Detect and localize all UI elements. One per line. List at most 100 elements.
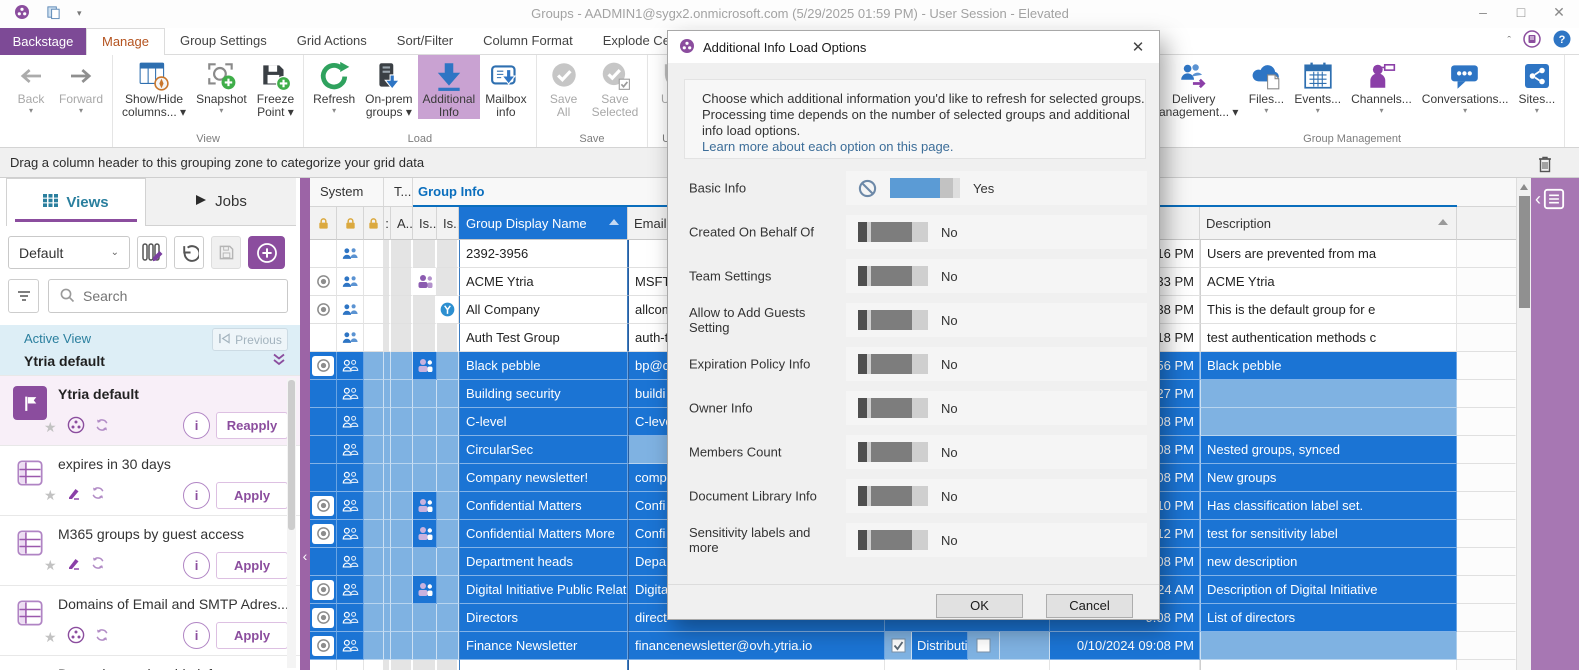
collapse-sidebar-icon[interactable]: ‹	[300, 548, 310, 564]
group-display-name-cell[interactable]: Building security	[459, 380, 628, 408]
created-date-cell[interactable]: 0/10/2024 09:08 PM	[1050, 632, 1200, 660]
view-card[interactable]: M365 groups by guest access ★ i Apply	[0, 515, 300, 585]
group-display-name-cell[interactable]: Auth Test Group	[459, 324, 628, 352]
description-cell[interactable]: Black pebble	[1200, 352, 1457, 380]
sync-icon[interactable]	[95, 418, 109, 435]
tab-manage[interactable]: Manage	[86, 28, 165, 56]
radio-cell[interactable]	[310, 296, 337, 324]
channels--button[interactable]: Channels... ▾	[1346, 55, 1417, 115]
tab-views[interactable]: Views	[6, 178, 146, 226]
dropdown-arrow-icon[interactable]: ▾	[1463, 106, 1467, 115]
sites--button[interactable]: Sites... ▾	[1514, 55, 1561, 115]
toggle-team-settings[interactable]	[858, 266, 928, 286]
toggle-basic-info[interactable]	[890, 178, 960, 198]
description-cell[interactable]	[1200, 632, 1457, 660]
created-date-cell[interactable]	[1050, 660, 1200, 670]
apply-button[interactable]: Apply	[216, 482, 288, 509]
view-card[interactable]: Domains of Email and SMTP Adres... ★ i Appl…	[0, 585, 300, 655]
manual-icon[interactable]	[1523, 30, 1541, 51]
sync-icon[interactable]	[91, 486, 105, 503]
radio-cell[interactable]	[310, 576, 337, 604]
tab-sort-filter[interactable]: Sort/Filter	[382, 28, 468, 55]
group-display-name-cell[interactable]: Black pebble	[459, 352, 628, 380]
lock-icon[interactable]	[364, 207, 384, 240]
back-button[interactable]: Back ▾	[8, 55, 54, 115]
radio-cell[interactable]	[310, 408, 337, 436]
star-icon[interactable]: ★	[44, 488, 57, 502]
view-preset-select[interactable]: Default ⌄	[8, 236, 130, 269]
group-display-name-cell[interactable]: Digital Initiative Public Relatio	[459, 576, 628, 604]
description-cell[interactable]	[1200, 408, 1457, 436]
search-box[interactable]	[48, 279, 288, 313]
radio-cell[interactable]	[310, 464, 337, 492]
toggle-sensitivity-labels-and-more[interactable]	[858, 530, 928, 550]
dropdown-arrow-icon[interactable]: ▾	[1379, 106, 1383, 115]
dropdown-arrow-icon[interactable]: ▾	[29, 106, 33, 115]
expand-panel-icon[interactable]: ‹	[1535, 188, 1565, 210]
sync-icon[interactable]	[91, 556, 105, 573]
ytria-icon[interactable]	[67, 416, 85, 437]
cancel-button[interactable]: Cancel	[1046, 594, 1133, 618]
description-cell[interactable]: Has classification label set.	[1200, 492, 1457, 520]
header-group-display-name[interactable]: Group Display Name	[459, 207, 628, 240]
description-cell[interactable]: test authentication methods c	[1200, 324, 1457, 352]
toggle-members-count[interactable]	[858, 442, 928, 462]
save-all-button[interactable]: Save All	[541, 55, 587, 119]
view-info-button[interactable]: i	[183, 552, 210, 579]
dropdown-arrow-icon[interactable]: ▾	[219, 106, 223, 115]
grouping-trash-icon[interactable]	[1537, 155, 1553, 176]
maximize-button[interactable]: □	[1511, 4, 1531, 21]
header-a[interactable]: A...	[391, 207, 413, 240]
close-button[interactable]: ✕	[1549, 4, 1569, 21]
mailbox-info-button[interactable]: Mailbox info	[480, 55, 531, 119]
header-description[interactable]: Description	[1200, 207, 1457, 240]
dropdown-arrow-icon[interactable]: ▾	[1316, 106, 1320, 115]
radio-cell[interactable]	[310, 548, 337, 576]
group-type-cell[interactable]: Distribution l	[912, 632, 968, 660]
grid-scrollbar[interactable]	[1516, 178, 1531, 670]
radio-cell[interactable]	[310, 604, 337, 632]
email-cell[interactable]	[628, 660, 885, 670]
header-is2[interactable]: Is...	[437, 207, 459, 240]
toggle-owner-info[interactable]	[858, 398, 928, 418]
files--button[interactable]: Files... ▾	[1243, 55, 1289, 115]
star-icon[interactable]: ★	[44, 558, 57, 572]
radio-cell[interactable]	[310, 240, 337, 268]
group-display-name-cell[interactable]	[459, 660, 628, 670]
radio-cell[interactable]	[310, 492, 337, 520]
lock-icon[interactable]	[337, 207, 364, 240]
additional-info-button[interactable]: Additional Info	[417, 55, 481, 119]
view-info-button[interactable]: i	[183, 622, 210, 649]
security-enabled-checkbox[interactable]	[968, 632, 1000, 660]
group-display-name-cell[interactable]: Confidential Matters	[459, 492, 628, 520]
toggle-expiration-policy-info[interactable]	[858, 354, 928, 374]
snapshot-button[interactable]: Snapshot ▾	[191, 55, 252, 115]
radio-cell[interactable]	[310, 324, 337, 352]
toggle-allow-to-add-guests-setting[interactable]	[858, 310, 928, 330]
refresh-button[interactable]: Refresh ▾	[308, 55, 360, 115]
tab-backstage[interactable]: Backstage	[0, 28, 86, 55]
group-display-name-cell[interactable]: All Company	[459, 296, 628, 324]
tab-group-settings[interactable]: Group Settings	[165, 28, 282, 55]
view-card[interactable]: Dynamic membership info	[0, 655, 300, 670]
grid-row-finance-newsletter[interactable]: Finance Newsletter financenewsletter@ovh.…	[310, 632, 1516, 660]
view-info-button[interactable]: i	[183, 412, 210, 439]
search-input[interactable]	[83, 288, 263, 304]
show-hide-columns--button[interactable]: Show/Hide columns... ▾	[117, 55, 191, 119]
collapse-ribbon-icon[interactable]: ˆ	[1507, 35, 1511, 47]
star-icon[interactable]: ★	[44, 630, 57, 644]
pen-icon[interactable]	[67, 486, 81, 503]
reapply-button[interactable]: Reapply	[216, 412, 288, 439]
scroll-thumb[interactable]	[1519, 196, 1530, 308]
apply-button[interactable]: Apply	[216, 622, 288, 649]
pen-icon[interactable]	[67, 556, 81, 573]
forward-button[interactable]: Forward ▾	[54, 55, 108, 115]
help-icon[interactable]: ?	[1553, 30, 1571, 51]
radio-cell[interactable]	[310, 352, 337, 380]
group-display-name-cell[interactable]: Department heads	[459, 548, 628, 576]
dropdown-arrow-icon[interactable]: ▾	[1264, 106, 1268, 115]
dropdown-arrow-icon[interactable]: ▾	[79, 106, 83, 115]
email-cell[interactable]: financenewsletter@ovh.ytria.io	[628, 632, 885, 660]
conversations--button[interactable]: Conversations... ▾	[1417, 55, 1514, 115]
group-display-name-cell[interactable]: ACME Ytria	[459, 268, 628, 296]
